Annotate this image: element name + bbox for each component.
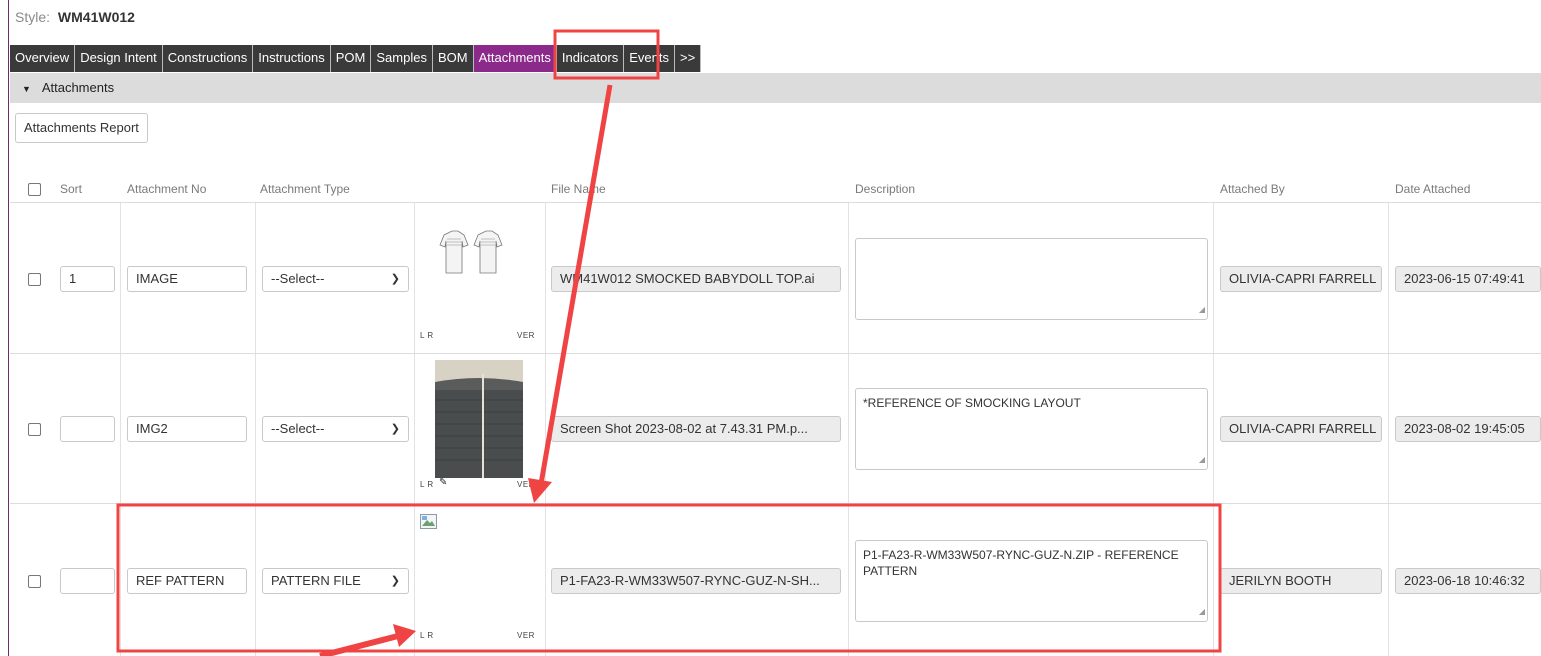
- column-file-name: File Name: [551, 182, 606, 196]
- thumb-lr-label[interactable]: L R: [420, 631, 434, 640]
- style-header: Style: WM41W012: [15, 9, 135, 25]
- cell-divider: [255, 203, 256, 353]
- attachments-section-header[interactable]: ▼ Attachments: [10, 73, 1541, 103]
- cell-divider: [848, 354, 849, 503]
- attachment-type-select[interactable]: --Select-- ❯: [262, 416, 409, 442]
- attachment-no-input[interactable]: REF PATTERN: [127, 568, 247, 594]
- select-all-checkbox[interactable]: [28, 183, 41, 196]
- left-border: [8, 0, 9, 656]
- column-description: Description: [855, 182, 916, 196]
- chevron-down-icon: ❯: [390, 273, 400, 285]
- cell-divider: [545, 354, 546, 503]
- tab-samples[interactable]: Samples: [371, 45, 433, 72]
- sort-input[interactable]: [60, 416, 115, 442]
- attachment-type-select[interactable]: --Select-- ❯: [262, 266, 409, 292]
- attached-by-field: OLIVIA-CAPRI FARRELL: [1220, 416, 1382, 442]
- date-attached-field: 2023-06-15 07:49:41: [1395, 266, 1541, 292]
- thumb-version-label[interactable]: VER: [517, 631, 535, 640]
- thumb-version-label[interactable]: VER: [517, 331, 535, 340]
- column-attachment-no: Attachment No: [127, 182, 207, 196]
- attachment-type-value: --Select--: [271, 271, 325, 286]
- cell-divider: [1388, 203, 1389, 353]
- file-name-field[interactable]: P1-FA23-R-WM33W507-RYNC-GUZ-N-SH...: [551, 568, 841, 594]
- style-value: WM41W012: [57, 9, 135, 25]
- tab-more[interactable]: >>: [674, 45, 702, 72]
- table-row: IMG2 --Select-- ❯ L R ✎ VER Screen Shot …: [10, 354, 1541, 504]
- attachment-type-select[interactable]: PATTERN FILE ❯: [262, 568, 409, 594]
- row-checkbox[interactable]: [28, 273, 41, 286]
- table-header: Sort Attachment No Attachment Type File …: [10, 178, 1541, 203]
- cell-divider: [255, 504, 256, 656]
- tab-design-intent[interactable]: Design Intent: [75, 45, 163, 72]
- row-checkbox[interactable]: [28, 575, 41, 588]
- cell-divider: [1388, 354, 1389, 503]
- cell-divider: [120, 504, 121, 656]
- tab-instructions[interactable]: Instructions: [253, 45, 331, 72]
- file-name-field[interactable]: WM41W012 SMOCKED BABYDOLL TOP.ai: [551, 266, 841, 292]
- column-attached-by: Attached By: [1220, 182, 1285, 196]
- thumb-version-label[interactable]: VER: [517, 480, 535, 489]
- section-title: Attachments: [41, 80, 115, 95]
- description-text: *REFERENCE OF SMOCKING LAYOUT: [863, 396, 1081, 410]
- attached-by-field: JERILYN BOOTH: [1220, 568, 1382, 594]
- cell-divider: [120, 203, 121, 353]
- description-textarea[interactable]: *REFERENCE OF SMOCKING LAYOUT ◢: [855, 388, 1208, 470]
- attached-by-field: OLIVIA-CAPRI FARRELL: [1220, 266, 1382, 292]
- description-text: P1-FA23-R-WM33W507-RYNC-GUZ-N.ZIP - REFE…: [863, 548, 1179, 578]
- attachment-type-value: PATTERN FILE: [271, 573, 361, 588]
- column-date-attached: Date Attached: [1395, 182, 1471, 196]
- description-textarea[interactable]: P1-FA23-R-WM33W507-RYNC-GUZ-N.ZIP - REFE…: [855, 540, 1208, 622]
- attachment-type-value: --Select--: [271, 421, 325, 436]
- cell-divider: [120, 354, 121, 503]
- cell-divider: [545, 504, 546, 656]
- cell-divider: [1388, 504, 1389, 656]
- cell-divider: [1213, 354, 1214, 503]
- cell-divider: [1213, 203, 1214, 353]
- cell-divider: [414, 203, 415, 353]
- column-sort: Sort: [60, 182, 83, 196]
- cell-divider: [848, 504, 849, 656]
- cell-divider: [414, 354, 415, 503]
- date-attached-field: 2023-08-02 19:45:05: [1395, 416, 1541, 442]
- sort-input[interactable]: 1: [60, 266, 115, 292]
- row-checkbox[interactable]: [28, 423, 41, 436]
- cell-divider: [255, 354, 256, 503]
- column-attachment-type: Attachment Type: [260, 182, 350, 196]
- sort-input[interactable]: [60, 568, 115, 594]
- tab-bom[interactable]: BOM: [432, 45, 474, 72]
- thumb-lr-label[interactable]: L R: [420, 480, 434, 489]
- attachment-no-input[interactable]: IMAGE: [127, 266, 247, 292]
- cell-divider: [414, 504, 415, 656]
- tab-bar: Overview Design Intent Constructions Ins…: [10, 45, 702, 72]
- fabric-photo: [435, 360, 523, 478]
- cell-divider: [848, 203, 849, 353]
- tab-overview[interactable]: Overview: [10, 45, 76, 72]
- caret-down-icon: ▼: [22, 84, 31, 94]
- attachments-report-button[interactable]: Attachments Report: [15, 113, 148, 143]
- tab-constructions[interactable]: Constructions: [162, 45, 254, 72]
- attachment-no-input[interactable]: IMG2: [127, 416, 247, 442]
- chevron-down-icon: ❯: [390, 575, 400, 587]
- resize-grip-icon[interactable]: ◢: [1199, 452, 1205, 468]
- table-row: REF PATTERN PATTERN FILE ❯ L R VER P1-FA…: [10, 504, 1541, 656]
- cell-divider: [1213, 504, 1214, 656]
- date-attached-field: 2023-06-18 10:46:32: [1395, 568, 1541, 594]
- thumb-lr-label[interactable]: L R: [420, 331, 434, 340]
- table-row: 1 IMAGE --Select-- ❯ L R VER WM41W012 SM…: [10, 203, 1541, 354]
- resize-grip-icon[interactable]: ◢: [1199, 604, 1205, 620]
- resize-grip-icon[interactable]: ◢: [1199, 302, 1205, 318]
- file-name-field[interactable]: Screen Shot 2023-08-02 at 7.43.31 PM.p..…: [551, 416, 841, 442]
- style-label: Style:: [15, 9, 51, 25]
- edit-pencil-icon[interactable]: ✎: [439, 477, 447, 488]
- broken-image-icon: [420, 514, 437, 529]
- garment-sketch-icon: [439, 230, 503, 274]
- tab-attachments[interactable]: Attachments: [473, 45, 557, 72]
- tab-pom[interactable]: POM: [330, 45, 372, 72]
- tab-indicators[interactable]: Indicators: [556, 45, 625, 72]
- tab-events[interactable]: Events: [624, 45, 675, 72]
- chevron-down-icon: ❯: [390, 423, 400, 435]
- cell-divider: [545, 203, 546, 353]
- description-textarea[interactable]: ◢: [855, 238, 1208, 320]
